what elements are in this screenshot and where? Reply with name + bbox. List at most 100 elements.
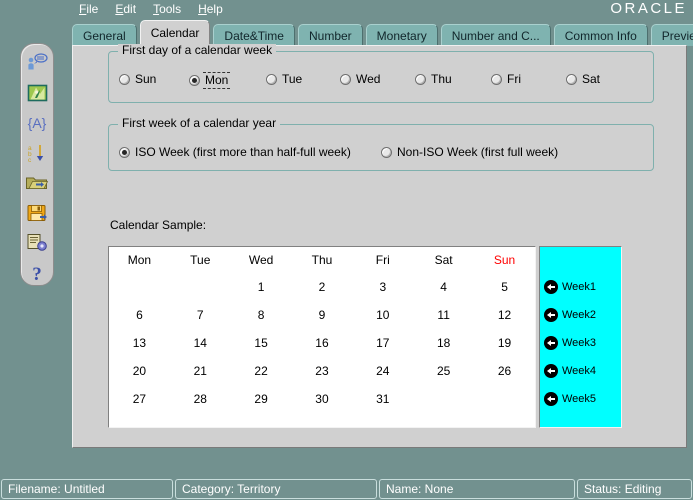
radio-iso-week[interactable]: ISO Week (first more than half-full week… [119,146,351,159]
calendar-cell: 13 [109,329,170,357]
radio-iso-week-indicator [119,147,130,158]
radio-wed[interactable]: Wed [340,73,380,86]
calendar-cell: 30 [292,385,353,413]
week-row-4[interactable]: Week4 [540,357,621,385]
tab-number[interactable]: Number [298,24,363,46]
week-label: Week5 [562,393,596,405]
radio-tue[interactable]: Tue [266,73,302,86]
week-label: Week4 [562,365,596,377]
week-label: Week2 [562,309,596,321]
locale-person-icon[interactable] [24,51,50,76]
calendar-cell: 11 [413,301,474,329]
oracle-logo: ORACLE [610,1,687,17]
table-row: 1 2 3 4 5 [109,273,535,301]
calendar-cell: 18 [413,329,474,357]
week-row-5[interactable]: Week5 [540,385,621,413]
document-settings-icon[interactable] [24,230,50,255]
calendar-cell: 26 [474,357,535,385]
calendar-header-sat: Sat [413,247,474,273]
menu-file-rest: ile [86,2,98,16]
calendar-cell: 27 [109,385,170,413]
left-arrow-icon [544,392,558,406]
calendar-cell: 22 [231,357,292,385]
tab-common-info[interactable]: Common Info [554,24,648,46]
menu-item-edit[interactable]: Edit [114,2,137,18]
left-arrow-icon [544,280,558,294]
radio-sat-label: Sat [582,73,600,86]
calendar-cell: 21 [170,357,231,385]
radio-iso-week-label: ISO Week (first more than half-full week… [135,146,351,159]
calendar-cell: 4 [413,273,474,301]
calendar-cell: 2 [292,273,353,301]
radio-non-iso-week-indicator [381,147,392,158]
calendar-cell: 25 [413,357,474,385]
radio-non-iso-week-label: Non-ISO Week (first full week) [397,146,558,159]
menu-help-rest: elp [207,2,223,16]
calendar-header-fri: Fri [352,247,413,273]
character-set-icon[interactable]: {A} [24,111,50,136]
week-row-3[interactable]: Week3 [540,329,621,357]
calendar-cell: 20 [109,357,170,385]
radio-fri[interactable]: Fri [491,73,521,86]
save-disk-icon[interactable] [24,200,50,225]
week-row-1[interactable]: Week1 [540,273,621,301]
calendar-cell: 12 [474,301,535,329]
radio-thu-indicator [415,74,426,85]
calendar-cell: 15 [231,329,292,357]
table-row: 20 21 22 23 24 25 26 [109,357,535,385]
open-folder-icon[interactable] [24,171,50,196]
calendar-cell [109,273,170,301]
radio-mon-label: Mon [203,72,230,89]
menu-help-accel: H [198,2,207,16]
menu-item-help[interactable]: Help [197,2,224,18]
tab-number-and-currency[interactable]: Number and C... [441,24,551,46]
first-day-radio-group: Sun Mon Tue Wed Thu Fri Sat [109,52,653,102]
radio-tue-label: Tue [282,73,302,86]
table-row: 13 14 15 16 17 18 19 [109,329,535,357]
calendar-cell: 10 [352,301,413,329]
menu-item-file[interactable]: File [78,2,99,18]
radio-thu[interactable]: Thu [415,73,452,86]
calendar-header-mon: Mon [109,247,170,273]
radio-sun[interactable]: Sun [119,73,156,86]
calendar-cell: 31 [352,385,413,413]
week-row-2[interactable]: Week2 [540,301,621,329]
calendar-cell: 19 [474,329,535,357]
first-day-fieldset: First day of a calendar week Sun Mon Tue… [108,51,654,103]
radio-sat[interactable]: Sat [566,73,600,86]
menu-item-tools[interactable]: Tools [152,2,182,18]
calendar-header-tue: Tue [170,247,231,273]
tab-preview-nlt[interactable]: Preview NLT [651,24,693,46]
calendar-sample-grid: Mon Tue Wed Thu Fri Sat Sun 1 2 3 4 [108,246,536,428]
calendar-header-thu: Thu [292,247,353,273]
status-name: Name: None [379,479,575,499]
menu-bar: File Edit Tools Help [78,2,224,18]
calendar-header-row: Mon Tue Wed Thu Fri Sat Sun [109,247,535,273]
calendar-cell: 28 [170,385,231,413]
calendar-cell: 9 [292,301,353,329]
calendar-cell: 8 [231,301,292,329]
week-label: Week3 [562,337,596,349]
calendar-cell: 1 [231,273,292,301]
first-week-fieldset: First week of a calendar year ISO Week (… [108,124,654,171]
radio-mon-indicator [189,75,200,86]
territory-map-icon[interactable] [24,81,50,106]
radio-non-iso-week[interactable]: Non-ISO Week (first full week) [381,146,558,159]
calendar-cell: 16 [292,329,353,357]
calendar-cell [474,385,535,413]
tab-monetary[interactable]: Monetary [366,24,438,46]
calendar-cell: 5 [474,273,535,301]
calendar-cell: 7 [170,301,231,329]
calendar-cell: 17 [352,329,413,357]
week-label: Week1 [562,281,596,293]
linguistic-sort-icon[interactable]: a b c [24,141,50,166]
calendar-sample-caption: Calendar Sample: [110,218,206,232]
radio-sat-indicator [566,74,577,85]
status-filename: Filename: Untitled [1,479,173,499]
table-row: 6 7 8 9 10 11 12 [109,301,535,329]
menu-edit-rest: dit [123,2,136,16]
radio-mon[interactable]: Mon [189,73,228,88]
help-question-icon[interactable]: ? [24,260,50,285]
status-state: Status: Editing [577,479,692,499]
radio-sun-label: Sun [135,73,156,86]
